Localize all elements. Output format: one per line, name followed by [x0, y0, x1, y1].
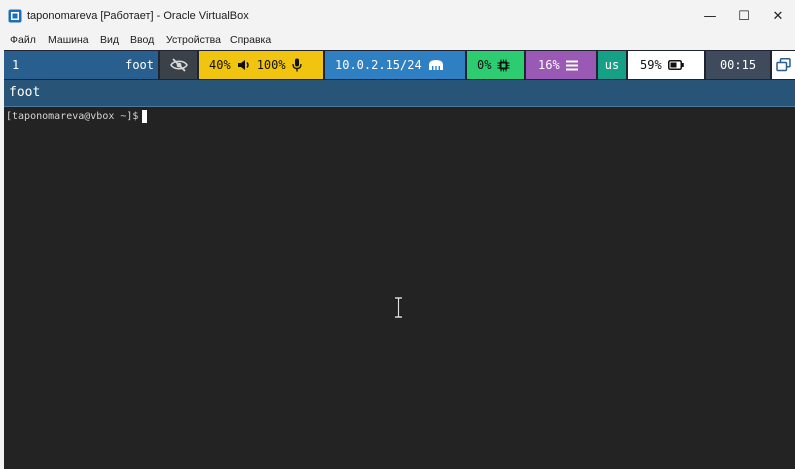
clock-module[interactable]: 00:15 [706, 51, 770, 79]
idle-inhibitor[interactable] [160, 51, 197, 79]
speaker-icon [237, 60, 249, 70]
memory-icon [565, 60, 578, 70]
window-titlebar[interactable]: taponomareva [Работает] - Oracle Virtual… [0, 0, 795, 33]
virtualbox-app-icon [8, 9, 22, 23]
mouse-ibeam-cursor-icon [395, 297, 402, 318]
keyboard-layout-value: us [604, 58, 620, 72]
eye-slash-icon [169, 58, 188, 72]
vm-display[interactable]: 1 foot 40% 100% 10.0.2.15/24 0% 16% us 5… [4, 50, 795, 469]
menu-view[interactable]: Вид [100, 34, 119, 46]
tray-module[interactable] [772, 51, 795, 79]
ethernet-icon [428, 60, 443, 70]
terminal-area[interactable]: [taponomareva@vbox ~]$ [4, 107, 795, 469]
battery-module[interactable]: 59% [628, 51, 704, 79]
volume-value: 40% [209, 58, 231, 72]
battery-icon [667, 60, 684, 70]
menu-input[interactable]: Ввод [130, 34, 154, 46]
maximize-icon: ☐ [738, 9, 750, 24]
menu-bar: Файл Машина Вид Ввод Устройства Справка [0, 33, 795, 49]
memory-value: 16% [538, 58, 560, 72]
minimize-button[interactable]: — [693, 0, 727, 33]
prompt-line: [taponomareva@vbox ~]$ [6, 110, 148, 123]
workspace-number: 1 [12, 58, 20, 72]
close-icon: ✕ [772, 9, 784, 24]
audio-module[interactable]: 40% 100% [199, 51, 323, 79]
close-button[interactable]: ✕ [761, 0, 795, 33]
terminal-titlebar[interactable]: foot [4, 80, 795, 106]
workspace-button[interactable]: 1 foot [4, 51, 158, 79]
network-module[interactable]: 10.0.2.15/24 [325, 51, 465, 79]
battery-value: 59% [640, 58, 662, 72]
window-title: taponomareva [Работает] - Oracle Virtual… [27, 10, 249, 22]
focused-window-name: foot [125, 58, 154, 72]
cpu-chip-icon [497, 59, 510, 71]
windows-stack-icon [776, 58, 791, 72]
memory-module[interactable]: 16% [526, 51, 596, 79]
terminal-title: foot [9, 85, 41, 100]
status-bar: 1 foot 40% 100% 10.0.2.15/24 0% 16% us 5… [4, 50, 795, 80]
clock-value: 00:15 [719, 58, 757, 72]
menu-file[interactable]: Файл [10, 34, 36, 46]
menu-help[interactable]: Справка [230, 34, 271, 46]
microphone-icon [291, 58, 302, 72]
text-cursor [142, 110, 148, 123]
minimize-icon: — [703, 9, 717, 24]
menu-devices[interactable]: Устройства [166, 34, 221, 46]
cpu-value: 0% [477, 58, 492, 72]
maximize-button[interactable]: ☐ [727, 0, 761, 33]
keyboard-layout[interactable]: us [598, 51, 626, 79]
shell-prompt: [taponomareva@vbox ~]$ [6, 111, 139, 122]
ip-address: 10.0.2.15/24 [335, 58, 422, 72]
cpu-module[interactable]: 0% [467, 51, 524, 79]
mic-value: 100% [256, 58, 286, 72]
menu-machine[interactable]: Машина [48, 34, 89, 46]
